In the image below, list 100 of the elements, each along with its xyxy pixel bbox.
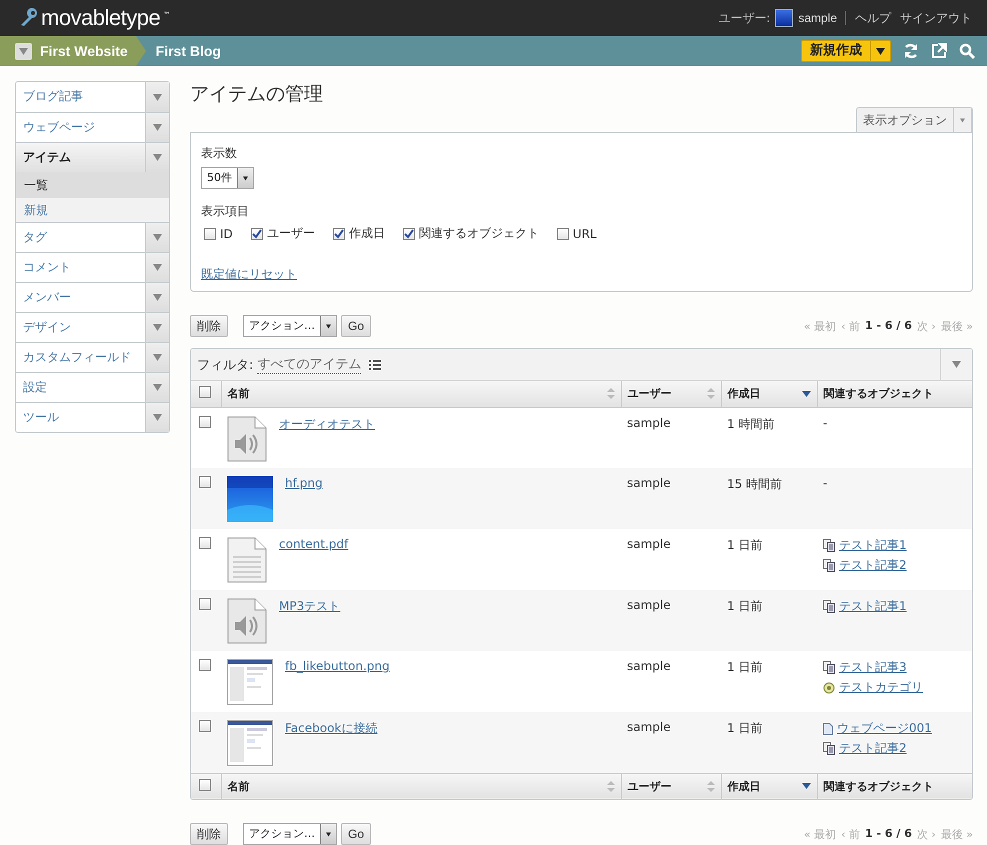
sort-descending-icon — [802, 783, 810, 790]
sidebar-item[interactable]: ツール — [16, 402, 169, 432]
checkbox[interactable] — [199, 386, 211, 398]
audio-file-icon — [227, 598, 267, 644]
checkbox[interactable] — [199, 659, 211, 671]
table-cell: sample — [621, 529, 721, 590]
table-cell: sample — [621, 590, 721, 651]
display-options-button[interactable]: 表示オプション — [856, 107, 973, 132]
user-name[interactable]: sample — [798, 11, 846, 25]
count-select[interactable]: 50件 — [201, 167, 254, 189]
column-header[interactable]: 名前 — [228, 778, 250, 794]
table-cell: sample — [621, 468, 721, 529]
list-icon[interactable] — [369, 360, 382, 370]
item-link[interactable]: Facebookに接続 — [285, 720, 378, 766]
checkbox[interactable] — [204, 228, 216, 240]
columns-label: 表示項目 — [201, 203, 250, 220]
checkbox-label: 関連するオブジェクト — [418, 225, 539, 242]
caret-icon — [243, 174, 248, 182]
delete-button[interactable]: 削除 — [190, 315, 228, 337]
checkbox[interactable] — [199, 720, 211, 732]
sidebar-item[interactable]: メンバー — [16, 282, 169, 312]
entry-icon — [823, 600, 835, 613]
caret-icon — [876, 48, 885, 54]
table-cell: - — [823, 476, 828, 490]
checkbox[interactable] — [199, 476, 211, 488]
related-link[interactable]: テスト記事1 — [839, 537, 907, 554]
page-title: アイテムの管理 — [190, 82, 324, 107]
action-select[interactable]: アクション… — [243, 823, 337, 845]
sidebar-item[interactable]: コメント — [16, 252, 169, 282]
caret-icon — [153, 94, 162, 100]
audio-file-icon — [227, 416, 267, 462]
related-link[interactable]: テスト記事3 — [839, 659, 907, 676]
sidebar-item[interactable]: ブログ記事 — [16, 82, 169, 112]
item-link[interactable]: hf.png — [285, 476, 323, 522]
entry-icon — [823, 539, 835, 552]
checkbox-label: ユーザー — [266, 225, 315, 242]
header-link[interactable]: ヘルプ — [855, 10, 891, 26]
checkbox[interactable] — [332, 228, 345, 240]
logo-text: movabletype — [41, 5, 160, 31]
table-cell: 1 日前 — [721, 651, 817, 712]
caret-icon — [153, 234, 162, 241]
checkbox[interactable] — [402, 228, 415, 240]
blog-link[interactable]: First Blog — [156, 43, 221, 59]
user-label: ユーザー: — [718, 10, 770, 26]
column-header[interactable]: 名前 — [228, 386, 250, 402]
sidebar-subitem[interactable]: 一覧 — [16, 172, 169, 197]
item-link[interactable]: オーディオテスト — [279, 416, 375, 462]
header-link[interactable]: サインアウト — [900, 10, 972, 26]
delete-button[interactable]: 削除 — [190, 823, 228, 845]
checkbox-label: ID — [220, 226, 233, 240]
related-link[interactable]: ウェブページ001 — [837, 720, 932, 737]
related-link[interactable]: テスト記事1 — [839, 598, 907, 615]
caret-icon — [153, 124, 162, 131]
avatar-icon — [775, 9, 794, 27]
page-range: 1 - 6 / 6 — [864, 826, 912, 842]
caret-icon — [153, 354, 162, 361]
caret-icon — [153, 384, 162, 391]
sidebar-item[interactable]: アイテム — [16, 142, 169, 172]
checkbox[interactable] — [199, 778, 211, 791]
item-link[interactable]: content.pdf — [279, 537, 348, 583]
sidebar-subitem[interactable]: 新規 — [16, 197, 169, 222]
caret-icon — [326, 830, 331, 838]
table-cell: sample — [621, 407, 721, 468]
refresh-icon[interactable] — [903, 43, 919, 59]
caret-icon — [960, 116, 965, 124]
checkbox[interactable] — [199, 598, 211, 610]
checkbox[interactable] — [250, 228, 263, 240]
sidebar-item[interactable]: 設定 — [16, 372, 169, 402]
filter-select[interactable]: すべてのアイテム — [257, 355, 362, 374]
related-link[interactable]: テスト記事2 — [839, 740, 907, 757]
entry-icon — [823, 559, 835, 572]
caret-icon — [952, 361, 961, 368]
action-select[interactable]: アクション… — [243, 315, 337, 337]
go-button[interactable]: Go — [341, 823, 372, 845]
go-button[interactable]: Go — [341, 315, 372, 337]
new-button[interactable]: 新規作成 — [801, 40, 891, 62]
checkbox[interactable] — [199, 537, 211, 549]
sidebar-item[interactable]: デザイン — [16, 312, 169, 342]
search-icon[interactable] — [959, 43, 975, 59]
checkbox[interactable] — [199, 416, 211, 428]
external-link-icon[interactable] — [931, 43, 947, 59]
caret-icon — [153, 264, 162, 271]
sort-descending-icon — [802, 390, 810, 397]
table-cell: sample — [621, 651, 721, 712]
checkbox-label: 作成日 — [348, 225, 385, 242]
entry-icon — [823, 742, 835, 755]
checkbox[interactable] — [556, 228, 569, 240]
table-cell: sample — [621, 712, 721, 773]
table-cell: 1 日前 — [721, 529, 817, 590]
reset-link[interactable]: 既定値にリセット — [201, 267, 297, 281]
sort-icon — [606, 780, 614, 792]
item-link[interactable]: fb_likebutton.png — [285, 659, 390, 705]
checkbox-label: URL — [572, 226, 597, 240]
sidebar-item[interactable]: タグ — [16, 222, 169, 252]
item-link[interactable]: MP3テスト — [279, 598, 340, 644]
table-cell: 15 時間前 — [721, 468, 817, 529]
related-link[interactable]: テストカテゴリ — [839, 679, 923, 696]
table-cell: - — [823, 416, 828, 430]
sidebar-item[interactable]: カスタムフィールド — [16, 342, 169, 372]
related-link[interactable]: テスト記事2 — [839, 557, 907, 574]
